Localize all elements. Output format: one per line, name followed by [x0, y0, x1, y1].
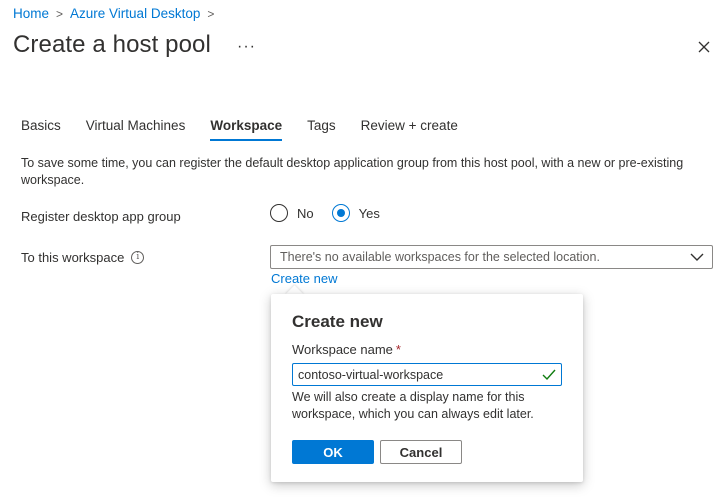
to-this-workspace-label: To this workspace i: [21, 250, 145, 265]
description-text: To save some time, you can register the …: [21, 156, 684, 187]
workspace-label-text: To this workspace: [21, 250, 125, 265]
callout-help-text: We will also create a display name for t…: [292, 390, 534, 421]
required-asterisk: *: [395, 342, 401, 357]
breadcrumb-chevron-icon: >: [56, 6, 64, 21]
tab-basics[interactable]: Basics: [21, 118, 61, 140]
page-title: Create a host pool: [13, 31, 211, 58]
close-button[interactable]: [694, 37, 714, 57]
workspace-name-label: Workspace name *: [292, 342, 401, 357]
tab-review-create[interactable]: Review + create: [361, 118, 458, 140]
checkmark-icon: [542, 369, 556, 380]
ok-button[interactable]: OK: [292, 440, 374, 464]
workspace-dropdown-text: There's no available workspaces for the …: [280, 250, 600, 264]
radio-yes[interactable]: Yes: [331, 204, 380, 222]
radio-no-label: No: [297, 205, 314, 221]
radio-no-circle[interactable]: [270, 204, 288, 222]
workspace-dropdown[interactable]: There's no available workspaces for the …: [270, 245, 713, 269]
chevron-down-icon: [690, 253, 704, 261]
close-icon: [698, 41, 710, 53]
register-label-text: Register desktop app group: [21, 209, 181, 224]
breadcrumb-home-link[interactable]: Home: [13, 6, 49, 21]
create-new-callout: Create new Workspace name* We will also …: [271, 294, 583, 482]
radio-no[interactable]: No: [270, 204, 314, 222]
callout-title: Create new: [292, 312, 383, 331]
create-new-link[interactable]: Create new: [271, 271, 337, 286]
cancel-button[interactable]: Cancel: [380, 440, 462, 464]
tab-tags[interactable]: Tags: [307, 118, 336, 140]
breadcrumb: Home > Azure Virtual Desktop >: [13, 6, 221, 21]
breadcrumb-azure-virtual-desktop-link[interactable]: Azure Virtual Desktop: [70, 6, 200, 21]
workspace-name-field[interactable]: [292, 363, 562, 386]
breadcrumb-chevron-icon: >: [207, 6, 215, 21]
info-icon[interactable]: i: [131, 251, 145, 264]
tab-workspace[interactable]: Workspace: [210, 118, 282, 141]
workspace-name-label-text: Workspace name: [292, 342, 393, 357]
more-options-button[interactable]: ···: [237, 38, 256, 56]
register-desktop-app-group-label: Register desktop app group: [21, 209, 181, 224]
radio-yes-label: Yes: [358, 205, 380, 221]
register-radio-group: No Yes: [270, 204, 398, 222]
radio-yes-circle[interactable]: [331, 204, 350, 222]
tab-virtual-machines[interactable]: Virtual Machines: [86, 118, 186, 140]
tab-bar: Basics Virtual Machines Workspace Tags R…: [21, 118, 483, 141]
workspace-name-input[interactable]: [293, 364, 542, 385]
